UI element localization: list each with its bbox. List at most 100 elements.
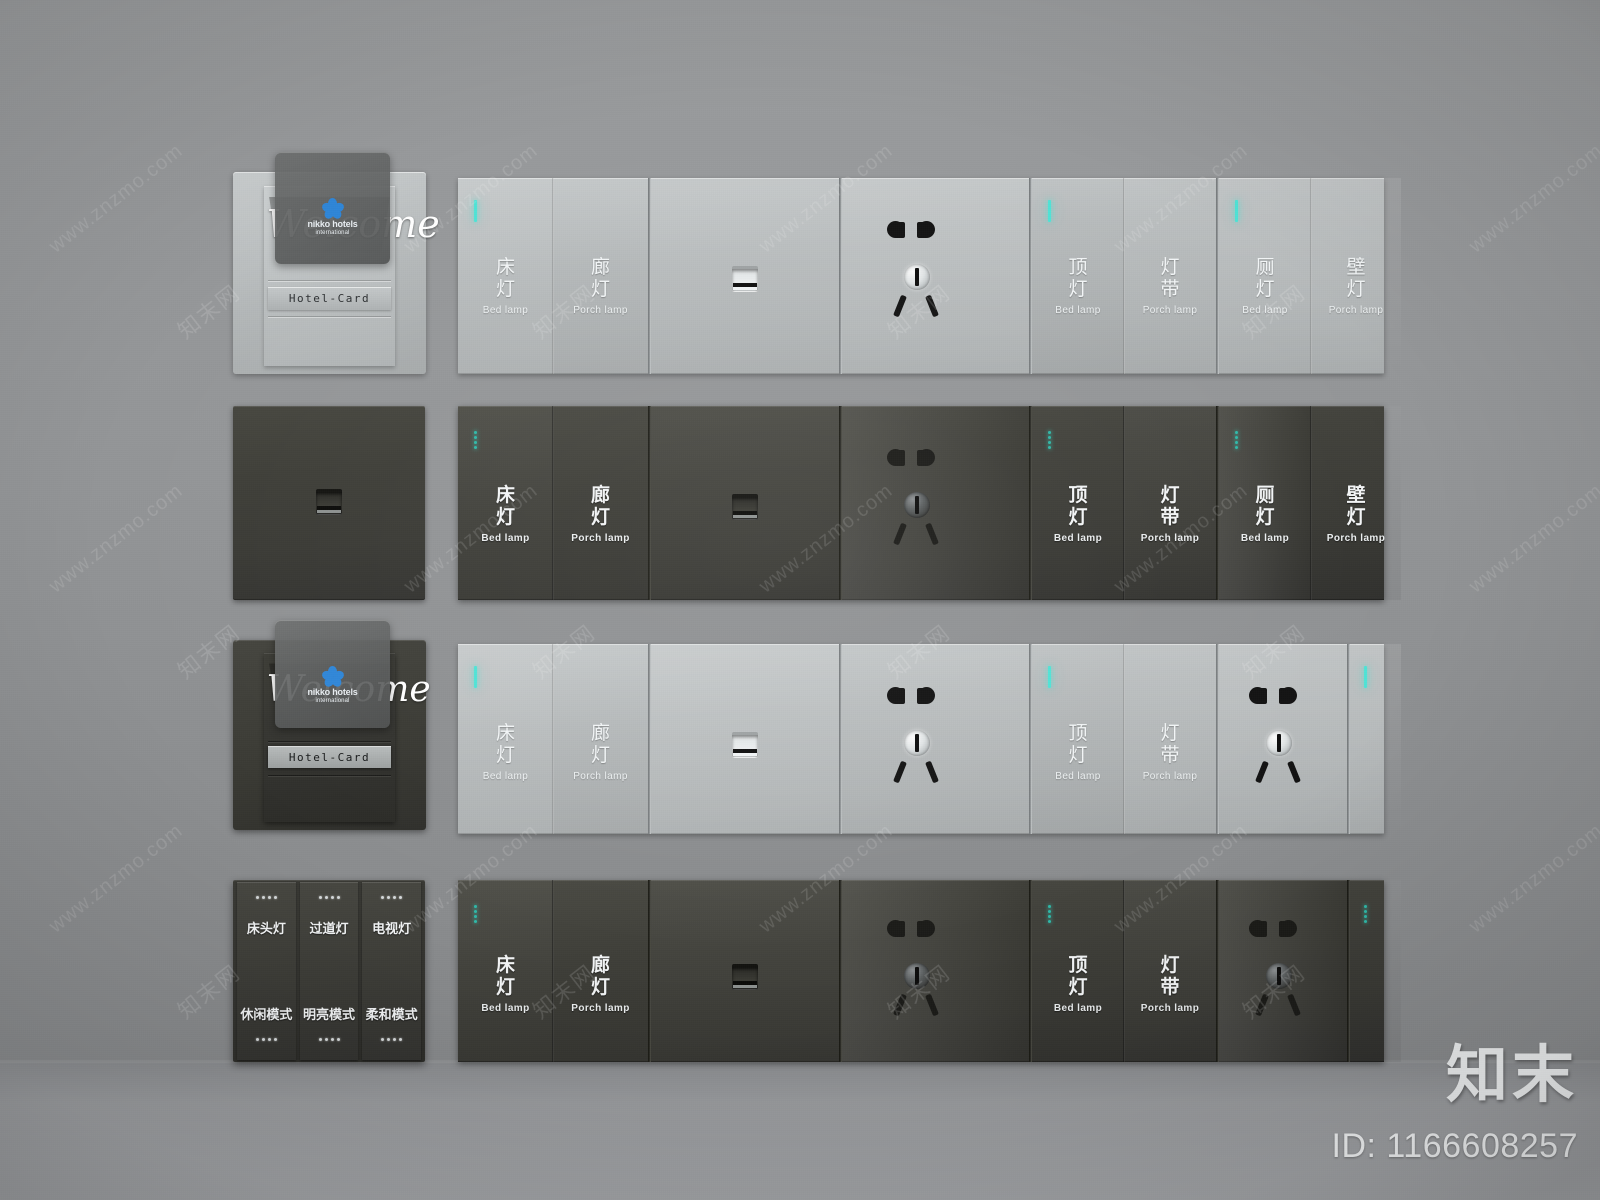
switch-key-toilet-lamp[interactable]: 厕灯 Bed lamp — [1219, 406, 1311, 600]
switch-key-ceiling-lamp[interactable]: 顶灯 Bed lamp — [1032, 178, 1124, 374]
switch-label-cn: 廊灯 — [590, 484, 610, 529]
hotel-keycard[interactable]: nikko hotels international — [275, 152, 390, 264]
switch-label-cn: 顶灯 — [1068, 722, 1088, 767]
switch-label-en: Bed lamp — [1055, 771, 1101, 783]
switch-label-en: Bed lamp — [1055, 305, 1101, 317]
led-dot-row-bottom — [300, 1038, 359, 1041]
switch-key-light-strip[interactable]: 灯带 Porch lamp — [1123, 178, 1216, 374]
switch-label-cn: 顶灯 — [1068, 256, 1088, 301]
rj45-jack-key[interactable] — [651, 880, 839, 1062]
switch-label-cn: 壁灯 — [1346, 256, 1366, 301]
card-reader-light[interactable]: Welcome Hotel-Card nikko hotels internat… — [233, 152, 440, 374]
hotel-card-label: Hotel-Card — [288, 750, 371, 764]
blank-key[interactable] — [1350, 880, 1401, 1062]
switch-label-en: Porch lamp — [571, 1003, 630, 1015]
rj45-jack-icon[interactable] — [732, 266, 758, 292]
switch-key-porch-lamp[interactable]: 廊灯 Porch lamp — [552, 880, 648, 1062]
five-hole-socket-icon[interactable] — [887, 687, 947, 787]
rj45-jack-icon[interactable] — [732, 494, 758, 520]
power-socket-key[interactable] — [842, 178, 1029, 374]
reader-divider-bottom — [267, 315, 392, 317]
power-socket-key[interactable] — [842, 406, 1029, 600]
switch-label-cn: 床灯 — [495, 484, 515, 529]
power-socket-key[interactable] — [1219, 880, 1347, 1062]
switch-label-en: Bed lamp — [1242, 305, 1288, 317]
switch-label-en: Bed lamp — [482, 305, 529, 317]
five-hole-socket-icon[interactable] — [887, 449, 947, 549]
led-indicator — [1048, 431, 1051, 449]
scene-button-top-label: 过道灯 — [309, 922, 349, 937]
switch-key-light-strip[interactable]: 灯带 Porch lamp — [1123, 406, 1216, 600]
reader-divider-top — [267, 741, 392, 743]
switch-key-porch-lamp[interactable]: 廊灯 Porch lamp — [552, 644, 648, 834]
switch-key-bed-lamp[interactable]: 床灯 Bed lamp — [458, 178, 553, 374]
switch-key-light-strip[interactable]: 灯带 Porch lamp — [1123, 644, 1216, 834]
rj45-jack-key[interactable] — [651, 178, 839, 374]
switch-key-ceiling-lamp[interactable]: 顶灯 Bed lamp — [1032, 644, 1124, 834]
keycard-brand: nikko hotels international — [307, 219, 358, 236]
led-dot-row-bottom — [237, 1038, 296, 1041]
row-1-light-switch-strip: 床灯 Bed lamp 廊灯 Porch lamp 顶 灯 Bed lamp 灯… — [458, 178, 1401, 374]
led-indicator — [474, 200, 477, 222]
switch-label-cn: 厕灯 — [1255, 484, 1275, 529]
switch-label-cn: 灯带 — [1160, 256, 1180, 301]
scene-button-tv[interactable]: 电视灯 柔和模式 — [362, 882, 422, 1060]
power-socket-key[interactable] — [842, 880, 1029, 1062]
switch-key-bed-lamp[interactable]: 床灯 Bed lamp — [458, 406, 553, 600]
power-socket-key[interactable] — [1219, 644, 1347, 834]
rj45-jack-icon[interactable] — [732, 964, 758, 990]
rj45-jack-key[interactable] — [651, 644, 839, 834]
switch-key-ceiling-lamp[interactable]: 顶灯 Bed lamp — [1032, 880, 1124, 1062]
switch-key-porch-lamp[interactable]: 廊灯 Porch lamp — [552, 406, 648, 600]
led-indicator — [1364, 905, 1367, 923]
switch-label-cn: 廊灯 — [590, 256, 610, 301]
watermark-url: www.znzmo.com — [1465, 479, 1600, 598]
led-indicator — [1048, 200, 1051, 222]
led-indicator — [1235, 200, 1238, 222]
rj45-jack-icon[interactable] — [732, 732, 758, 758]
led-dot-row-top — [237, 896, 296, 899]
hotel-keycard[interactable]: nikko hotels international — [275, 620, 390, 728]
switch-key-ceiling-lamp[interactable]: 顶灯 Bed lamp — [1032, 406, 1124, 600]
switch-label-en: Porch lamp — [1140, 1003, 1200, 1015]
led-indicator — [1235, 431, 1238, 449]
led-indicator — [1048, 905, 1051, 923]
rj45-jack-key[interactable] — [651, 406, 839, 600]
card-reader-dark[interactable]: Welcome Hotel-Card nikko hotels internat… — [233, 620, 431, 830]
data-jack-dark-panel[interactable] — [233, 406, 425, 600]
scene-button-top-label: 床头灯 — [246, 922, 286, 937]
led-indicator — [1048, 666, 1051, 688]
switch-key-wall-lamp[interactable]: 壁灯 Porch lamp — [1310, 178, 1401, 374]
scene-button-bedside[interactable]: 床头灯 休闲模式 — [237, 882, 296, 1060]
switch-key-bed-lamp[interactable]: 床灯 Bed lamp — [458, 880, 553, 1062]
switch-label-en: Porch lamp — [1328, 305, 1384, 317]
switch-label-en: Porch lamp — [1326, 533, 1386, 545]
switch-key-toilet-lamp[interactable]: 厕灯 Bed lamp — [1219, 178, 1311, 374]
switch-label-en: Bed lamp — [1240, 533, 1290, 545]
five-hole-socket-icon[interactable] — [887, 221, 947, 321]
led-indicator — [474, 666, 477, 688]
blank-key[interactable] — [1350, 644, 1401, 834]
led-dot-row-top — [362, 896, 421, 899]
led-dot-row-bottom — [362, 1038, 421, 1041]
switch-label-cn: 壁灯 — [1346, 484, 1366, 529]
power-socket-key[interactable] — [842, 644, 1029, 834]
scene-button-bottom-label: 明亮模式 — [303, 1008, 356, 1023]
scene-button-aisle[interactable]: 过道灯 明亮模式 — [299, 882, 359, 1060]
switch-key-wall-lamp[interactable]: 壁灯 Porch lamp — [1310, 406, 1401, 600]
switch-label-cn: 顶灯 — [1068, 484, 1088, 529]
scene-button-bottom-label: 休闲模式 — [240, 1008, 293, 1023]
keycard-brand-line1: nikko hotels — [307, 219, 358, 230]
switch-label-en: Porch lamp — [573, 305, 628, 317]
rj45-jack-icon[interactable] — [316, 489, 342, 515]
switch-label-cn: 灯带 — [1160, 954, 1180, 999]
switch-label-en: Porch lamp — [573, 771, 628, 783]
switch-key-porch-lamp[interactable]: 廊灯 Porch lamp — [552, 178, 648, 374]
watermark-url: www.znzmo.com — [1465, 139, 1600, 258]
switch-key-light-strip[interactable]: 灯带 Porch lamp — [1123, 880, 1216, 1062]
five-hole-socket-icon[interactable] — [887, 920, 947, 1020]
five-hole-socket-icon[interactable] — [1249, 920, 1309, 1020]
switch-key-bed-lamp[interactable]: 床灯 Bed lamp — [458, 644, 553, 834]
row-4-dark-switch-strip: 床灯 Bed lamp 廊灯 Porch lamp 顶 灯 Bed lamp 灯… — [458, 880, 1401, 1062]
five-hole-socket-icon[interactable] — [1249, 687, 1309, 787]
